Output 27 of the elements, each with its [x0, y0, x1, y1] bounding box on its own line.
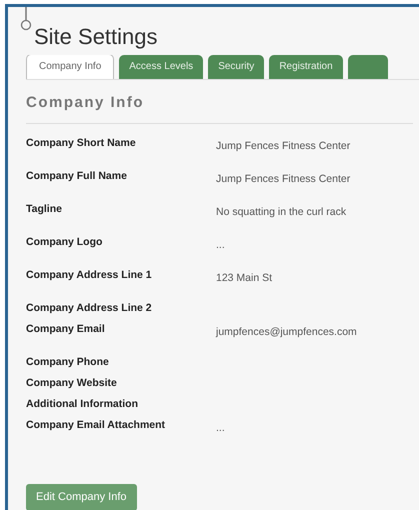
edit-company-info-button[interactable]: Edit Company Info [26, 484, 136, 510]
field-label: Company Email Attachment [26, 418, 166, 432]
field-label: Company Email [26, 322, 106, 336]
field-value: Jump Fences Fitness Center [216, 172, 350, 186]
field-value: ... [216, 420, 225, 436]
field-label: Company Phone [26, 354, 110, 370]
field-value: No squatting in the curl rack [216, 204, 346, 220]
field-label: Company Website [26, 376, 118, 390]
tab[interactable]: Registration [269, 55, 343, 79]
field-value: Jump Fences Fitness Center [216, 138, 350, 154]
section-heading: Company Info [26, 93, 145, 113]
field-label: Company Address Line 1 [26, 268, 153, 282]
field-label: Additional Information [26, 396, 139, 412]
field-label: Tagline [26, 202, 63, 216]
field-label: Company Short Name [26, 136, 137, 150]
field-value: ... [216, 238, 225, 252]
field-value: 123 Main St [216, 270, 272, 286]
timeline-drawing [20, 7, 32, 31]
field-label: Company Full Name [26, 168, 128, 184]
field-label: Company Address Line 2 [26, 300, 153, 316]
tab[interactable]: Access Levels [119, 55, 204, 79]
page-title: Site Settings [34, 23, 159, 51]
tab[interactable] [348, 55, 388, 79]
tab[interactable]: Security [208, 55, 264, 79]
field-label: Company Logo [26, 234, 104, 250]
tab[interactable]: Company Info [26, 55, 114, 79]
field-value: jumpfences@jumpfences.com [216, 324, 357, 340]
